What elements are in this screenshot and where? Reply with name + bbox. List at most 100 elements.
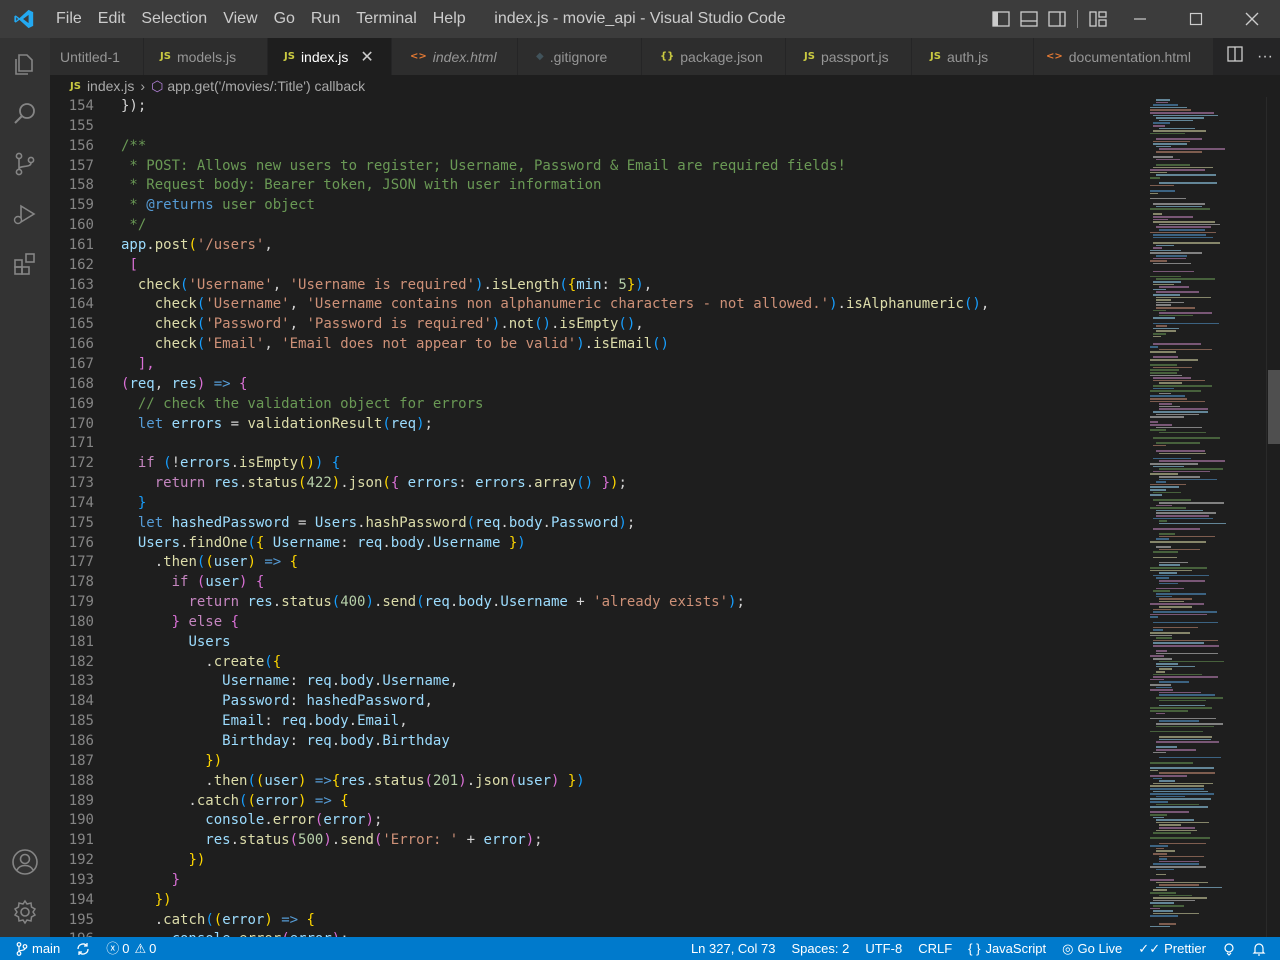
code-line[interactable]: 170 let errors = validationResult(req);: [50, 415, 1146, 435]
breadcrumb-symbol[interactable]: app.get('/movies/:Title') callback: [167, 78, 365, 94]
feedback-icon[interactable]: [1214, 937, 1244, 960]
search-icon[interactable]: [0, 90, 50, 138]
more-actions-icon[interactable]: ···: [1257, 48, 1273, 66]
menu-go[interactable]: Go: [266, 0, 303, 38]
toggle-panel-icon[interactable]: [1015, 0, 1043, 38]
code-line[interactable]: 182 .create({: [50, 653, 1146, 673]
code-line[interactable]: 178 if (user) {: [50, 573, 1146, 593]
scrollbar-thumb[interactable]: [1268, 370, 1280, 444]
code-line[interactable]: 185 Email: req.body.Email,: [50, 712, 1146, 732]
code-line[interactable]: 180 } else {: [50, 613, 1146, 633]
minimize-icon[interactable]: [1112, 0, 1168, 38]
menu-terminal[interactable]: Terminal: [348, 0, 424, 38]
code-line[interactable]: 160 */: [50, 216, 1146, 236]
close-tab-icon[interactable]: ✕: [360, 47, 373, 67]
manage-gear-icon[interactable]: [0, 888, 50, 936]
problems-status[interactable]: ⓧ 0 ⚠ 0: [98, 937, 164, 960]
code-line[interactable]: 175 let hashedPassword = Users.hashPassw…: [50, 514, 1146, 534]
split-editor-icon[interactable]: [1227, 46, 1243, 67]
branch-status[interactable]: main: [8, 937, 68, 960]
code-line[interactable]: 179 return res.status(400).send(req.body…: [50, 593, 1146, 613]
code-line[interactable]: 176 Users.findOne({ Username: req.body.U…: [50, 534, 1146, 554]
code-line[interactable]: 169 // check the validation object for e…: [50, 395, 1146, 415]
code-line[interactable]: 186 Birthday: req.body.Birthday: [50, 732, 1146, 752]
encoding[interactable]: UTF-8: [857, 937, 910, 960]
indentation[interactable]: Spaces: 2: [784, 937, 858, 960]
code-line[interactable]: 154});: [50, 97, 1146, 117]
code-line[interactable]: 189 .catch((error) => {: [50, 792, 1146, 812]
tab-gitignore[interactable]: ◆ .gitignore: [518, 38, 642, 75]
code-line[interactable]: 192 }): [50, 851, 1146, 871]
go-live-button[interactable]: ◎ Go Live: [1054, 937, 1130, 960]
cursor-position[interactable]: Ln 327, Col 73: [683, 937, 784, 960]
code-line[interactable]: 187 }): [50, 752, 1146, 772]
prettier-status[interactable]: ✓✓ Prettier: [1130, 937, 1214, 960]
code-line[interactable]: 191 res.status(500).send('Error: ' + err…: [50, 831, 1146, 851]
tab-index-html[interactable]: <> index.html: [392, 38, 518, 75]
code-line[interactable]: 194 }): [50, 891, 1146, 911]
code-line[interactable]: 172 if (!errors.isEmpty()) {: [50, 454, 1146, 474]
code-token: (: [163, 455, 172, 472]
code-line[interactable]: 188 .then((user) =>{res.status(201).json…: [50, 772, 1146, 792]
toggle-primary-sidebar-icon[interactable]: [987, 0, 1015, 38]
code-line[interactable]: 162 [: [50, 256, 1146, 276]
menu-view[interactable]: View: [215, 0, 265, 38]
code-line[interactable]: 157 * POST: Allows new users to register…: [50, 157, 1146, 177]
toggle-secondary-sidebar-icon[interactable]: [1043, 0, 1071, 38]
menu-help[interactable]: Help: [425, 0, 474, 38]
account-icon[interactable]: [0, 838, 50, 886]
tab-index-js[interactable]: JS index.js ✕: [268, 38, 392, 75]
code-line[interactable]: 166 check('Email', 'Email does not appea…: [50, 335, 1146, 355]
code-line[interactable]: 164 check('Username', 'Username contains…: [50, 295, 1146, 315]
code-line[interactable]: 171: [50, 434, 1146, 454]
code-line[interactable]: 195 .catch((error) => {: [50, 911, 1146, 931]
code-line[interactable]: 193 }: [50, 871, 1146, 891]
tab-auth-js[interactable]: JS auth.js: [912, 38, 1034, 75]
code-line[interactable]: 173 return res.status(422).json({ errors…: [50, 474, 1146, 494]
menu-run[interactable]: Run: [303, 0, 348, 38]
tab-package-json[interactable]: {} package.json: [642, 38, 786, 75]
menu-selection[interactable]: Selection: [133, 0, 215, 38]
code-line[interactable]: 183 Username: req.body.Username,: [50, 672, 1146, 692]
explorer-icon[interactable]: [0, 40, 50, 88]
minimap[interactable]: [1146, 97, 1266, 937]
code-line[interactable]: 165 check('Password', 'Password is requi…: [50, 315, 1146, 335]
code-line[interactable]: 177 .then((user) => {: [50, 553, 1146, 573]
code-line[interactable]: 155: [50, 117, 1146, 137]
run-debug-icon[interactable]: [0, 190, 50, 238]
code-line[interactable]: 156 /**: [50, 137, 1146, 157]
code-token: user object: [213, 197, 315, 214]
tab-models-js[interactable]: JS models.js: [144, 38, 268, 75]
tab-passport-js[interactable]: JS passport.js: [786, 38, 912, 75]
minimap-stroke: [1156, 587, 1184, 590]
code-line[interactable]: 158 * Request body: Bearer token, JSON w…: [50, 176, 1146, 196]
code-line[interactable]: 161 app.post('/users',: [50, 236, 1146, 256]
code-line[interactable]: 159 * @returns user object: [50, 196, 1146, 216]
code-line[interactable]: 168 (req, res) => {: [50, 375, 1146, 395]
code-line[interactable]: 174 }: [50, 494, 1146, 514]
language-mode[interactable]: { } JavaScript: [960, 937, 1054, 960]
close-window-icon[interactable]: [1224, 0, 1280, 38]
vertical-scrollbar[interactable]: [1266, 97, 1280, 937]
menu-file[interactable]: File: [48, 0, 90, 38]
menu-edit[interactable]: Edit: [90, 0, 134, 38]
breadcrumb-file[interactable]: index.js: [87, 78, 134, 94]
code-line[interactable]: 181 Users: [50, 633, 1146, 653]
code-line[interactable]: 190 console.error(error);: [50, 811, 1146, 831]
notifications-bell-icon[interactable]: [1244, 937, 1274, 960]
code-editor[interactable]: 154}); 155 156/** 157 * POST: Allows new us…: [50, 97, 1146, 937]
code-token: Users: [137, 534, 181, 551]
source-control-icon[interactable]: [0, 140, 50, 188]
code-line[interactable]: 184 Password: hashedPassword,: [50, 692, 1146, 712]
minimap-stroke: [1150, 603, 1204, 605]
extensions-icon[interactable]: [0, 240, 50, 288]
maximize-icon[interactable]: [1168, 0, 1224, 38]
tab-untitled-1[interactable]: Untitled-1: [50, 38, 144, 75]
code-line[interactable]: 163 check ('Username', 'Username is requi…: [50, 276, 1146, 296]
sync-icon[interactable]: [68, 937, 98, 960]
tab-documentation-html[interactable]: <> documentation.html: [1034, 38, 1214, 75]
code-line[interactable]: 167 ],: [50, 355, 1146, 375]
line-ending[interactable]: CRLF: [910, 937, 960, 960]
customize-layout-icon[interactable]: [1084, 0, 1112, 38]
